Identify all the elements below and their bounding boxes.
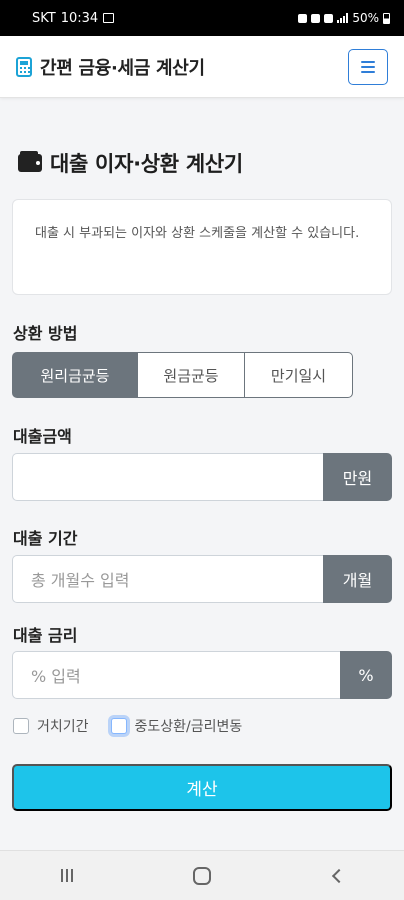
status-bar: SKT 10:34 50% [0, 0, 404, 36]
back-button[interactable] [317, 861, 357, 891]
signal-icon [337, 13, 349, 23]
loan-amount-unit: 만원 [323, 453, 392, 501]
calculate-button[interactable]: 계산 [12, 764, 392, 811]
interest-rate-group: % 입력 % [12, 651, 392, 699]
loan-amount-group: 만원 [12, 453, 392, 501]
loan-period-input[interactable]: 총 개월수 입력 [12, 555, 323, 603]
page-heading: 대출 이자·상환 계산기 [18, 148, 243, 178]
gallery-notification-icon [103, 13, 115, 23]
battery-icon [383, 12, 390, 24]
interest-rate-unit: % [340, 651, 392, 699]
loan-period-label: 대출 기간 [13, 529, 78, 548]
repayment-method-label: 상환 방법 [13, 324, 78, 343]
prepayment-checkbox[interactable] [110, 718, 127, 734]
option-equal-payment[interactable]: 원리금균등 [12, 352, 138, 398]
battery-percent: 50% [352, 11, 379, 25]
system-nav-bar [0, 850, 404, 900]
menu-button[interactable] [348, 48, 388, 85]
home-button[interactable] [182, 861, 222, 891]
interest-rate-input[interactable]: % 입력 [12, 651, 340, 699]
grace-period-label: 거치기간 [37, 719, 89, 735]
options-row: 거치기간 중도상환/금리변동 [13, 716, 242, 736]
mute-icon [311, 13, 321, 23]
alarm-icon [298, 13, 308, 23]
home-icon [192, 866, 211, 885]
prepayment-option[interactable]: 중도상환/금리변동 [110, 716, 243, 736]
option-equal-principal[interactable]: 원금균등 [137, 352, 245, 398]
wifi-icon [324, 13, 334, 23]
app-header: 간편 금융·세금 계산기 [0, 36, 404, 98]
loan-amount-input[interactable] [12, 453, 323, 501]
option-bullet[interactable]: 만기일시 [244, 352, 353, 398]
prepayment-label: 중도상환/금리변동 [134, 719, 243, 735]
loan-amount-label: 대출금액 [13, 427, 72, 446]
interest-rate-label: 대출 금리 [13, 626, 78, 645]
calculator-icon [16, 56, 32, 77]
repayment-method-group: 원리금균등 원금균등 만기일시 [12, 352, 353, 398]
brand[interactable]: 간편 금융·세금 계산기 [16, 54, 205, 80]
back-icon [331, 868, 346, 883]
recents-icon [61, 869, 74, 882]
loan-period-unit: 개월 [323, 555, 392, 603]
page-title: 대출 이자·상환 계산기 [50, 152, 243, 176]
wallet-icon [18, 151, 42, 172]
description-card: 대출 시 부과되는 이자와 상환 스케줄을 계산할 수 있습니다. [12, 199, 392, 295]
carrier-label: SKT [32, 10, 56, 26]
app-title: 간편 금융·세금 계산기 [40, 57, 205, 79]
grace-period-checkbox[interactable] [13, 718, 29, 734]
hamburger-icon [361, 60, 375, 63]
loan-period-group: 총 개월수 입력 개월 [12, 555, 392, 603]
status-time: 10:34 [60, 10, 99, 26]
grace-period-option[interactable]: 거치기간 [13, 716, 89, 736]
recents-button[interactable] [47, 861, 87, 891]
